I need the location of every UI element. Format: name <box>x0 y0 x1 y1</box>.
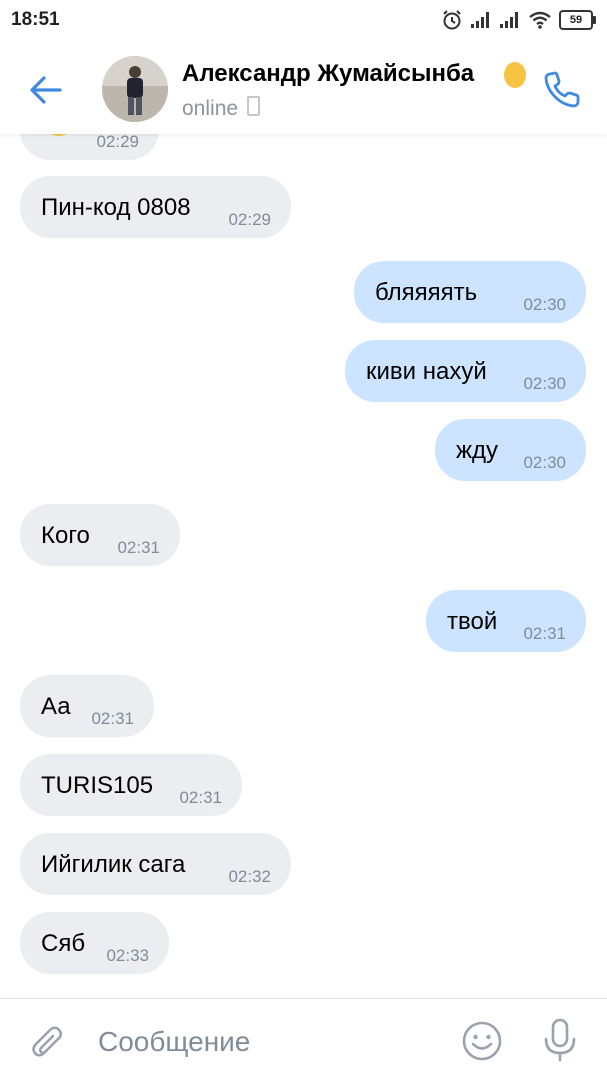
status-icons: 59 <box>441 8 596 32</box>
phone-device-icon <box>247 96 261 116</box>
chat-header: Александр Жумайсынба online <box>0 42 607 134</box>
message-text: Кого <box>41 522 90 549</box>
message-outgoing[interactable]: киви нахуй 02:30 <box>345 340 586 402</box>
attach-button[interactable] <box>26 1019 68 1061</box>
message-list[interactable]: 02:29 Пин-код 0808 02:29 бляяяять 02:30 … <box>0 134 607 998</box>
message-text: киви нахуй <box>366 358 487 385</box>
message-text: жду <box>456 437 499 464</box>
message-time: 02:29 <box>228 210 271 229</box>
smile-emoji-icon <box>504 62 526 88</box>
back-arrow-icon <box>30 76 62 104</box>
message-outgoing[interactable]: жду 02:30 <box>435 419 586 481</box>
status-time: 18:51 <box>11 9 60 30</box>
message-incoming[interactable]: 02:29 <box>20 134 159 160</box>
message-incoming[interactable]: Сяб 02:33 <box>20 912 169 974</box>
emoji-icon <box>462 1021 502 1061</box>
message-time: 02:29 <box>96 134 139 151</box>
status-text: online <box>182 97 239 120</box>
emoji-button[interactable] <box>460 1019 504 1063</box>
avatar-photo <box>102 56 168 122</box>
avatar[interactable] <box>102 56 168 122</box>
message-incoming[interactable]: Пин-код 0808 02:29 <box>20 176 291 238</box>
message-text: твой <box>447 608 498 635</box>
microphone-icon <box>544 1018 576 1062</box>
call-button[interactable] <box>540 66 586 112</box>
message-text: Аа <box>41 693 71 720</box>
message-incoming[interactable]: Кого 02:31 <box>20 504 180 566</box>
message-text: Пин-код 0808 <box>41 194 191 221</box>
contact-status: online <box>182 96 261 121</box>
alarm-icon <box>443 10 461 30</box>
message-time: 02:30 <box>523 295 566 314</box>
message-time: 02:31 <box>523 624 566 643</box>
status-bar: 18:51 59 <box>0 0 607 42</box>
battery-icon: 59 <box>559 10 596 30</box>
message-text: бляяяять <box>375 279 478 306</box>
message-incoming[interactable]: Ийгилик сага 02:32 <box>20 833 291 895</box>
message-text: Ийгилик сага <box>41 851 186 878</box>
message-time: 02:32 <box>228 867 271 886</box>
message-time: 02:33 <box>106 946 149 965</box>
message-time: 02:31 <box>179 788 222 807</box>
wifi-icon <box>529 11 551 29</box>
signal-icon <box>471 12 489 28</box>
message-incoming[interactable]: Аа 02:31 <box>20 675 154 737</box>
message-time: 02:31 <box>91 709 134 728</box>
call-icon <box>544 71 580 108</box>
message-input[interactable] <box>96 1021 440 1063</box>
message-time: 02:30 <box>523 374 566 393</box>
voice-message-button[interactable] <box>540 1017 580 1063</box>
message-text: TURIS105 <box>41 772 154 799</box>
message-time: 02:30 <box>523 453 566 472</box>
message-time: 02:31 <box>117 538 160 557</box>
smile-emoji-icon <box>45 134 73 136</box>
message-outgoing[interactable]: бляяяять 02:30 <box>354 261 586 323</box>
contact-name: Александр Жумайсынба <box>182 60 475 87</box>
message-text: Сяб <box>41 930 86 957</box>
back-button[interactable] <box>26 70 66 110</box>
signal-icon <box>500 12 518 28</box>
message-incoming[interactable]: TURIS105 02:31 <box>20 754 242 816</box>
attach-icon <box>32 1026 63 1057</box>
message-outgoing[interactable]: твой 02:31 <box>426 590 586 652</box>
message-composer <box>0 998 607 1081</box>
